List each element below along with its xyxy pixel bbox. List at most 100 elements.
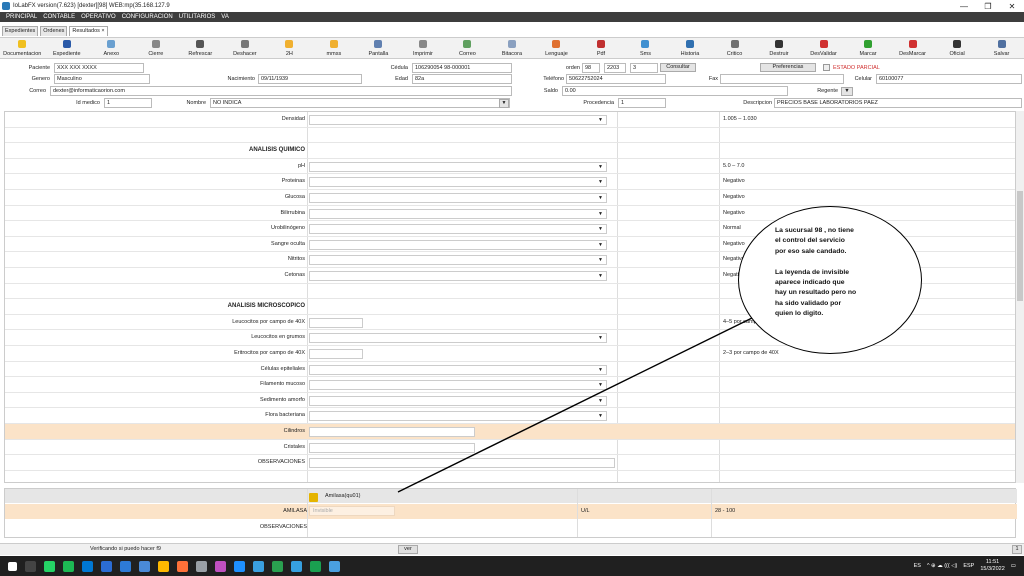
toolbar-button-cierre[interactable]: Cierre xyxy=(134,38,179,58)
taskbar-app-icon[interactable] xyxy=(329,560,340,572)
consultar-button[interactable]: Consultar xyxy=(660,63,696,72)
genero-field[interactable]: Masculino xyxy=(54,74,150,84)
taskbar-app-icon[interactable] xyxy=(253,560,264,572)
scrollbar-thumb[interactable] xyxy=(1017,191,1023,301)
chevron-down-icon[interactable]: ▼ xyxy=(598,117,603,123)
tray-language[interactable]: ESP xyxy=(963,563,974,569)
toolbar-button-lenguaje[interactable]: Lenguaje xyxy=(534,38,579,58)
chevron-down-icon[interactable]: ▼ xyxy=(598,335,603,341)
celular-field[interactable]: 60100077 xyxy=(876,74,1022,84)
taskbar-app-icon[interactable] xyxy=(196,560,207,572)
close-button[interactable]: ✕ xyxy=(1000,2,1024,11)
result-dropdown[interactable]: ▼ xyxy=(309,208,607,219)
result-dropdown[interactable]: ▼ xyxy=(309,115,607,125)
amilasa-result-field[interactable]: Invisible xyxy=(309,506,395,516)
taskbar-app-icon[interactable] xyxy=(310,560,321,572)
toolbar-button-oficial[interactable]: Oficial xyxy=(935,38,980,58)
chevron-down-icon[interactable]: ▼ xyxy=(598,257,603,263)
taskbar-app-icon[interactable] xyxy=(44,560,55,572)
search-icon[interactable] xyxy=(25,560,36,572)
start-icon[interactable] xyxy=(8,561,17,571)
chevron-down-icon[interactable]: ▼ xyxy=(598,195,603,201)
menu-contable[interactable]: CONTABLE xyxy=(43,14,75,20)
telefono-field[interactable]: 50622752024 xyxy=(566,74,666,84)
result-dropdown[interactable]: ▼ xyxy=(309,395,607,406)
orden-sucursal-field[interactable]: 98 xyxy=(582,63,600,73)
preferencias-button[interactable]: Preferencias xyxy=(760,63,816,72)
result-dropdown[interactable]: ▼ xyxy=(309,255,607,266)
result-dropdown[interactable]: ▼ xyxy=(309,161,607,172)
taskbar-app-icon[interactable] xyxy=(234,560,245,572)
taskbar-app-icon[interactable] xyxy=(177,560,188,572)
taskbar-app-icon[interactable] xyxy=(215,560,226,572)
menu-principal[interactable]: PRINCIPAL xyxy=(6,14,37,20)
chevron-down-icon[interactable]: ▼ xyxy=(598,398,603,404)
chevron-down-icon[interactable]: ▼ xyxy=(598,226,603,232)
toolbar-button-pdf[interactable]: Pdf xyxy=(579,38,624,58)
result-dropdown[interactable]: ▼ xyxy=(309,177,607,188)
toolbar-button-pantalla[interactable]: Pantalla xyxy=(356,38,401,58)
chevron-down-icon[interactable]: ▼ xyxy=(598,367,603,373)
taskbar-app-icon[interactable] xyxy=(63,560,74,572)
toolbar-button-marcar[interactable]: Marcar xyxy=(846,38,891,58)
toolbar-button-correo[interactable]: Correo xyxy=(445,38,490,58)
edad-field[interactable]: 82a xyxy=(412,74,512,84)
minimize-button[interactable]: — xyxy=(952,2,976,11)
status-right-button[interactable]: 1 xyxy=(1012,545,1022,554)
toolbar-button-documentacion[interactable]: Documentacion xyxy=(0,38,45,58)
tab-expedientes[interactable]: Expedientes xyxy=(2,26,39,36)
chevron-down-icon[interactable]: ▼ xyxy=(598,164,603,170)
estado-checkbox[interactable] xyxy=(823,64,830,71)
idmedico-field[interactable]: 1 xyxy=(104,98,152,108)
nombre-field[interactable]: NO INDICA xyxy=(210,98,510,108)
chevron-down-icon[interactable]: ▼ xyxy=(598,242,603,248)
result-dropdown[interactable]: ▼ xyxy=(309,364,607,375)
taskbar-app-icon[interactable] xyxy=(101,560,112,572)
taskbar-app-icon[interactable] xyxy=(82,560,93,572)
tray-icons[interactable]: ^ ⊕ ☁ ((( ◁) xyxy=(927,563,957,569)
menu-operativo[interactable]: OPERATIVO xyxy=(81,14,116,20)
tab-resultados[interactable]: Resultados × xyxy=(69,26,108,36)
toolbar-button-destruir[interactable]: Destruir xyxy=(757,38,802,58)
result-dropdown[interactable]: ▼ xyxy=(309,239,607,250)
tab-ordenes[interactable]: Ordenes xyxy=(40,26,68,36)
correo-field[interactable]: dexter@informaticaorion.com xyxy=(50,86,512,96)
result-dropdown[interactable]: ▼ xyxy=(309,333,607,344)
result-input[interactable] xyxy=(309,458,615,469)
nacimiento-field[interactable]: 09/11/1939 xyxy=(258,74,362,84)
toolbar-button-anexo[interactable]: Anexo xyxy=(89,38,134,58)
toolbar-button-sms[interactable]: Sms xyxy=(623,38,668,58)
orden-ext-field[interactable]: 3 xyxy=(630,63,658,73)
chevron-down-icon[interactable]: ▼ xyxy=(598,382,603,388)
result-input[interactable] xyxy=(309,349,363,359)
regente-dropdown-button[interactable]: ▼ xyxy=(841,87,853,96)
notifications-icon[interactable]: ▭ xyxy=(1011,563,1016,569)
taskbar-app-icon[interactable] xyxy=(291,560,302,572)
menu-va[interactable]: VA xyxy=(221,14,229,20)
toolbar-button-expediente[interactable]: Expediente xyxy=(45,38,90,58)
taskbar-app-icon[interactable] xyxy=(120,560,131,572)
result-dropdown[interactable]: ▼ xyxy=(309,380,607,391)
result-input[interactable] xyxy=(309,427,475,437)
cedula-field[interactable]: 106290054 98-000001 xyxy=(412,63,512,73)
menu-configuracion[interactable]: CONFIGURACION xyxy=(122,14,173,20)
tray-clock[interactable]: 11:51 15/3/2022 xyxy=(980,559,1004,573)
chevron-down-icon[interactable]: ▼ xyxy=(598,273,603,279)
procedencia-field[interactable]: 1 xyxy=(618,98,666,108)
result-input[interactable] xyxy=(309,442,475,453)
toolbar-button-critico[interactable]: Critico xyxy=(712,38,757,58)
taskbar-app-icon[interactable] xyxy=(158,560,169,572)
result-input[interactable] xyxy=(309,317,363,328)
results-scrollbar[interactable] xyxy=(1016,111,1024,483)
paciente-field[interactable]: XXX XXX XXXX xyxy=(54,63,144,73)
toolbar-button-mmss[interactable]: mmss xyxy=(312,38,357,58)
toolbar-button-historia[interactable]: Historia xyxy=(668,38,713,58)
maximize-button[interactable]: ❐ xyxy=(976,2,1000,11)
result-dropdown[interactable]: ▼ xyxy=(309,193,607,203)
toolbar-button-salvar[interactable]: Salvar xyxy=(979,38,1024,58)
toolbar-button-desvalidar[interactable]: DesValidar xyxy=(801,38,846,58)
toolbar-button-refrescar[interactable]: Refrescar xyxy=(178,38,223,58)
orden-numero-field[interactable]: 2203 xyxy=(604,63,626,73)
taskbar-app-icon[interactable] xyxy=(139,560,150,572)
fax-field[interactable] xyxy=(720,74,844,84)
